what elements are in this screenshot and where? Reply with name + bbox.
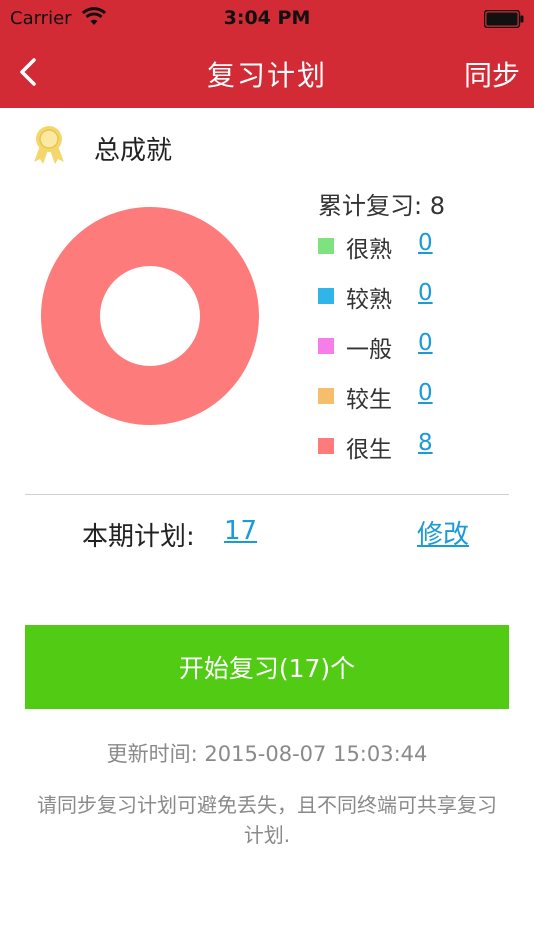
legend-label: 较熟 bbox=[346, 287, 392, 313]
modify-plan-link[interactable]: 修改 bbox=[417, 514, 469, 551]
legend-label: 较生 bbox=[346, 387, 392, 413]
review-donut-chart bbox=[41, 207, 259, 425]
legend-label: 一般 bbox=[346, 337, 392, 363]
legend-count-link[interactable]: 0 bbox=[418, 280, 433, 306]
legend-swatch bbox=[318, 238, 334, 254]
legend-row: 很熟 0 bbox=[318, 230, 518, 264]
page-title: 复习计划 bbox=[206, 59, 327, 92]
start-review-button[interactable]: 开始复习(17)个 bbox=[25, 625, 509, 709]
status-bar: Carrier 3:04 PM bbox=[0, 0, 534, 38]
legend-count-link[interactable]: 8 bbox=[418, 430, 433, 456]
legend-label: 很生 bbox=[346, 437, 392, 463]
navigation-bar: 复习计划 同步 bbox=[0, 38, 534, 108]
last-updated-value: 2015-08-07 15:03:44 bbox=[204, 742, 428, 766]
clock: 3:04 PM bbox=[223, 7, 311, 29]
plan-label: 本期计划: bbox=[82, 522, 195, 552]
legend-count-link[interactable]: 0 bbox=[418, 380, 433, 406]
sync-button[interactable]: 同步 bbox=[464, 54, 520, 94]
donut-segment bbox=[41, 207, 259, 425]
legend-row: 很生 8 bbox=[318, 430, 518, 464]
legend-row: 较生 0 bbox=[318, 380, 518, 414]
divider bbox=[25, 494, 509, 495]
legend-swatch bbox=[318, 338, 334, 354]
battery-icon bbox=[484, 10, 524, 28]
achievement-title: 总成就 bbox=[94, 136, 173, 166]
plan-count-link[interactable]: 17 bbox=[224, 516, 257, 546]
last-updated: 更新时间: 2015-08-07 15:03:44 bbox=[0, 738, 534, 768]
legend-count-link[interactable]: 0 bbox=[418, 330, 433, 356]
legend-count-link[interactable]: 0 bbox=[418, 230, 433, 256]
legend-swatch bbox=[318, 288, 334, 304]
legend-swatch bbox=[318, 388, 334, 404]
legend-row: 较熟 0 bbox=[318, 280, 518, 314]
last-updated-label: 更新时间: bbox=[106, 742, 198, 766]
legend-swatch bbox=[318, 438, 334, 454]
legend-label: 很熟 bbox=[346, 237, 392, 263]
legend-row: 一般 0 bbox=[318, 330, 518, 364]
medal-icon bbox=[34, 126, 64, 164]
sync-tip: 请同步复习计划可避免丢失，且不同终端可共享复习计划. bbox=[37, 793, 497, 847]
total-review-count: 累计复习: 8 bbox=[318, 192, 445, 220]
